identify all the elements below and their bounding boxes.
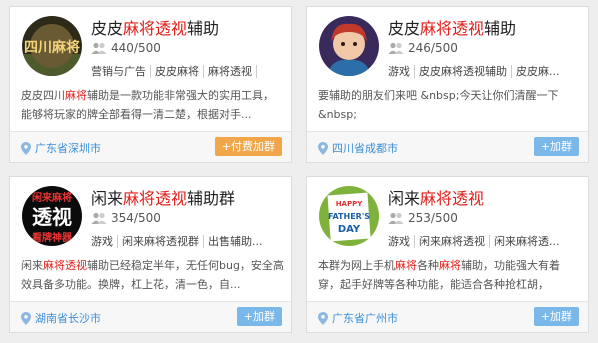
member-count: 253/500	[388, 211, 458, 225]
group-title[interactable]: 闲来麻将透视	[388, 185, 484, 209]
people-icon	[91, 42, 107, 54]
join-button[interactable]: +加群	[236, 307, 282, 326]
card-footer: 湖南省长沙市 +加群	[10, 301, 291, 332]
group-title[interactable]: 闲来麻将透视辅助群	[91, 185, 235, 209]
people-icon	[388, 212, 404, 224]
member-count: 354/500	[91, 211, 161, 225]
tag: 出售辅助...	[203, 235, 267, 248]
group-tags: 营销与广告 皮皮麻将 麻将透视	[91, 63, 289, 79]
tag: 游戏	[91, 235, 113, 248]
group-card[interactable]: 皮皮麻将透视辅助 246/500 游戏 皮皮麻将透视辅助 皮皮麻... 要辅助的朋友…	[306, 6, 589, 163]
group-location: 广东省广州市	[318, 310, 398, 326]
group-location: 湖南省长沙市	[21, 310, 101, 326]
member-count: 440/500	[91, 41, 161, 55]
group-tags: 游戏 闲来麻将透视群 出售辅助...	[91, 233, 289, 249]
group-location: 四川省成都市	[318, 140, 398, 156]
avatar-text-bottom: 看牌神器	[32, 231, 73, 244]
tag: 皮皮麻将	[150, 65, 203, 78]
tag: 游戏	[388, 65, 410, 78]
location-pin-icon	[21, 141, 31, 155]
group-tags: 游戏 皮皮麻将透视辅助 皮皮麻...	[388, 63, 586, 79]
avatar-text-main: 透视	[32, 205, 72, 229]
join-button[interactable]: +加群	[533, 307, 579, 326]
location-pin-icon	[318, 311, 328, 325]
people-icon	[388, 42, 404, 54]
avatar-text-top: 闲来麻将	[32, 191, 72, 204]
tag: 皮皮麻...	[511, 65, 564, 78]
avatar-logo-text: 四川麻将	[24, 39, 80, 56]
location-pin-icon	[21, 311, 31, 325]
group-tags: 游戏 闲来麻将透视 闲来麻将透...	[388, 233, 586, 249]
tag	[256, 65, 265, 78]
group-card[interactable]: 闲来麻将 透视 看牌神器 闲来麻将透视辅助群 354/500 游戏 闲来麻将透视群…	[9, 176, 292, 333]
avatar-text-top: HAPPY	[336, 200, 364, 208]
tag: 游戏	[388, 235, 410, 248]
group-avatar[interactable]: 闲来麻将 透视 看牌神器	[22, 186, 82, 246]
tag: 营销与广告	[91, 65, 146, 78]
group-card[interactable]: 四川麻将 皮皮麻将透视辅助 440/500 营销与广告 皮皮麻将 麻将透视 皮皮四川…	[9, 6, 292, 163]
people-icon	[91, 212, 107, 224]
paid-join-button[interactable]: +付费加群	[214, 137, 282, 156]
tag: 闲来麻将透...	[489, 235, 564, 248]
group-title[interactable]: 皮皮麻将透视辅助	[91, 15, 219, 39]
tag: 闲来麻将透视群	[117, 235, 203, 248]
card-footer: 广东省深圳市 +付费加群	[10, 131, 291, 162]
tag: 闲来麻将透视	[414, 235, 489, 248]
group-avatar[interactable]: 四川麻将	[22, 16, 82, 76]
group-description: 闲来麻将透视辅助已经稳定半年，无任何bug，安全高效具备多功能。换牌，杠上花，清…	[21, 259, 284, 291]
group-description: 本群为网上手机麻将各种麻将辅助，功能强大有着穿，起手好牌等各种功能，能适合各种抢…	[318, 259, 560, 291]
group-avatar[interactable]	[319, 16, 379, 76]
group-avatar[interactable]: HAPPY FATHER'S DAY	[319, 186, 379, 246]
group-card[interactable]: HAPPY FATHER'S DAY 闲来麻将透视 253/500 游戏 闲来麻将…	[306, 176, 589, 333]
group-location: 广东省深圳市	[21, 140, 101, 156]
location-pin-icon	[318, 141, 328, 155]
card-footer: 四川省成都市 +加群	[307, 131, 588, 162]
group-title[interactable]: 皮皮麻将透视辅助	[388, 15, 516, 39]
avatar-text-bottom: DAY	[338, 224, 361, 235]
group-description: 皮皮四川麻将辅助是一款功能非常强大的实用工具，能够将玩家的牌全部看得一清二楚，根…	[21, 89, 274, 121]
tag: 麻将透视	[203, 65, 256, 78]
card-footer: 广东省广州市 +加群	[307, 301, 588, 332]
tag: 皮皮麻将透视辅助	[414, 65, 511, 78]
join-button[interactable]: +加群	[533, 137, 579, 156]
group-description: 要辅助的朋友们来吧 &nbsp;今天让你们清醒一下 &nbsp;	[318, 89, 559, 121]
member-count: 246/500	[388, 41, 458, 55]
avatar-text-main: FATHER'S	[328, 212, 370, 221]
